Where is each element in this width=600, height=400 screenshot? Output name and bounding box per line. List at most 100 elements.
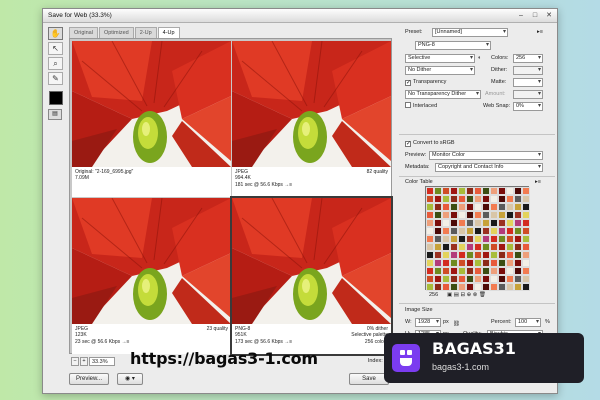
color-table-swatch[interactable] [474, 227, 482, 235]
color-table-swatch[interactable] [482, 219, 490, 227]
color-table-swatch[interactable] [466, 251, 474, 259]
color-table-swatch[interactable] [490, 251, 498, 259]
color-table-swatch[interactable] [466, 187, 474, 195]
color-table-swatch[interactable] [506, 219, 514, 227]
color-table-swatch[interactable] [458, 283, 466, 291]
tab-optimized[interactable]: Optimized [98, 27, 134, 38]
color-table-swatch[interactable] [434, 211, 442, 219]
color-table-swatch[interactable] [506, 283, 514, 291]
color-table-swatch[interactable] [442, 219, 450, 227]
color-table-swatch[interactable] [450, 211, 458, 219]
color-table-swatch[interactable] [426, 243, 434, 251]
color-table-swatch[interactable] [474, 187, 482, 195]
color-table-swatch[interactable] [498, 259, 506, 267]
color-table-swatch[interactable] [458, 275, 466, 283]
color-table-swatch[interactable] [490, 283, 498, 291]
save-button[interactable]: Save [349, 373, 389, 385]
color-table-swatch[interactable] [506, 235, 514, 243]
color-table-swatch[interactable] [474, 211, 482, 219]
color-table-swatch[interactable] [506, 187, 514, 195]
minimize-icon[interactable]: – [515, 11, 527, 21]
color-table-swatch[interactable] [474, 235, 482, 243]
color-table-swatch[interactable] [514, 227, 522, 235]
color-table-swatch[interactable] [522, 219, 530, 227]
color-table-swatch[interactable] [482, 203, 490, 211]
reduction-info-icon[interactable]: ◐ [478, 54, 481, 63]
color-table-swatch[interactable] [514, 195, 522, 203]
color-table-swatch[interactable] [450, 251, 458, 259]
color-table-swatch[interactable] [506, 211, 514, 219]
color-table-swatch[interactable] [458, 219, 466, 227]
color-table-swatch[interactable] [482, 259, 490, 267]
color-table-swatch[interactable] [442, 259, 450, 267]
color-table-swatch[interactable] [506, 243, 514, 251]
color-table-swatch[interactable] [434, 259, 442, 267]
color-table-swatch[interactable] [498, 195, 506, 203]
color-table-swatch[interactable] [506, 267, 514, 275]
color-table-swatch[interactable] [474, 195, 482, 203]
color-table-swatch[interactable] [458, 211, 466, 219]
color-table-swatch[interactable] [450, 275, 458, 283]
color-table-swatch[interactable] [466, 259, 474, 267]
color-table-swatch[interactable] [490, 203, 498, 211]
width-input[interactable]: 1928 [415, 318, 441, 327]
color-table-swatch[interactable] [498, 283, 506, 291]
color-table-swatch[interactable] [506, 227, 514, 235]
color-table-swatch[interactable] [482, 227, 490, 235]
format-select[interactable]: PNG-8 [415, 41, 491, 50]
color-table-swatch[interactable] [442, 251, 450, 259]
color-table-swatch[interactable] [442, 187, 450, 195]
color-table-swatch[interactable] [474, 267, 482, 275]
color-table-swatch[interactable] [450, 203, 458, 211]
optimize-menu-icon[interactable]: ▸≡ [537, 28, 543, 37]
color-table-menu-icon[interactable]: ▸≡ [535, 178, 541, 187]
color-table-swatch[interactable] [522, 187, 530, 195]
color-table-swatch[interactable] [514, 203, 522, 211]
color-table-swatch[interactable] [458, 243, 466, 251]
color-table-swatch[interactable] [426, 275, 434, 283]
color-table-swatch[interactable] [434, 267, 442, 275]
tab-2-up[interactable]: 2-Up [134, 27, 157, 38]
color-table-swatch[interactable] [458, 203, 466, 211]
color-table-swatch[interactable] [442, 211, 450, 219]
color-table-swatch[interactable] [466, 235, 474, 243]
color-table-swatch[interactable] [426, 251, 434, 259]
color-table-swatch[interactable] [466, 267, 474, 275]
color-table-swatch[interactable] [522, 243, 530, 251]
color-table-swatch[interactable] [482, 195, 490, 203]
color-table-swatch[interactable] [434, 275, 442, 283]
color-table-swatch[interactable] [442, 227, 450, 235]
color-table-swatch[interactable] [522, 235, 530, 243]
color-table-swatch[interactable] [490, 275, 498, 283]
hand-tool-icon[interactable]: ✋ [48, 27, 63, 40]
color-table-swatch[interactable] [474, 275, 482, 283]
color-table-swatch[interactable] [482, 243, 490, 251]
color-table-swatch[interactable] [514, 235, 522, 243]
color-table-swatch[interactable] [458, 251, 466, 259]
preview-color-select[interactable]: Monitor Color [429, 151, 543, 160]
maximize-icon[interactable]: □ [529, 11, 541, 21]
color-table-swatch[interactable] [482, 187, 490, 195]
color-table-swatch[interactable] [466, 195, 474, 203]
eyedropper-color-swatch[interactable] [49, 91, 63, 105]
toggle-slices-icon[interactable]: ▤ [48, 109, 62, 120]
color-table-swatch[interactable] [490, 187, 498, 195]
color-table-swatch[interactable] [442, 283, 450, 291]
color-table-swatch[interactable] [426, 227, 434, 235]
color-table-swatch[interactable] [458, 267, 466, 275]
color-table-swatch[interactable] [522, 259, 530, 267]
color-table-swatch[interactable] [442, 275, 450, 283]
color-table-swatch[interactable] [490, 219, 498, 227]
color-table-swatch[interactable] [514, 259, 522, 267]
color-table-swatch[interactable] [490, 211, 498, 219]
preview-cell-original[interactable]: Original: "2-169_6995.jpg" 7.09M [72, 41, 231, 197]
color-table-swatch[interactable] [514, 211, 522, 219]
color-table-swatch[interactable] [426, 283, 434, 291]
slice-select-tool-icon[interactable]: ↖ [48, 42, 63, 55]
color-table-swatch[interactable] [458, 227, 466, 235]
tab-4-up[interactable]: 4-Up [157, 27, 180, 38]
color-table-swatch[interactable] [514, 243, 522, 251]
color-table-swatch[interactable] [506, 203, 514, 211]
color-table-swatch[interactable] [426, 219, 434, 227]
color-table-swatch[interactable] [450, 219, 458, 227]
